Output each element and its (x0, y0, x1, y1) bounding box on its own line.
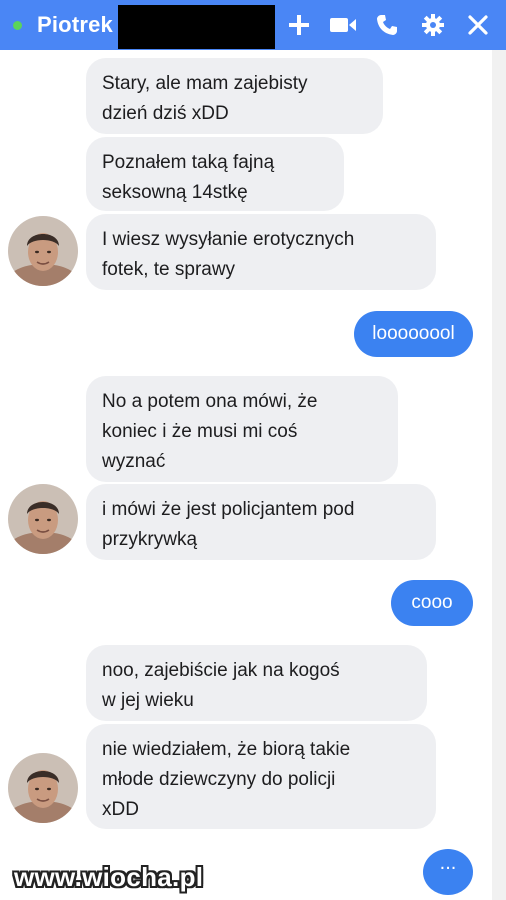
contact-name[interactable]: Piotrek (37, 12, 113, 38)
message-bubble-received: I wiesz wysyłanie erotycznych fotek, te … (86, 214, 436, 290)
message-bubble-received: nie wiedziałem, że biorą takie młode dzi… (86, 724, 436, 829)
phone-icon[interactable] (374, 11, 400, 39)
message-bubble-received: noo, zajebiście jak na kogoś w jej wieku (86, 645, 427, 721)
message-bubble-received: i mówi że jest policjantem pod przykrywk… (86, 484, 436, 560)
redacted-surname (118, 5, 275, 49)
message-bubble-received: Stary, ale mam zajebisty dzień dziś xDD (86, 58, 383, 134)
gear-icon[interactable] (420, 11, 446, 39)
message-bubble-sent: cooo (391, 580, 473, 626)
avatar[interactable] (8, 484, 78, 554)
video-camera-icon[interactable] (328, 11, 358, 39)
message-bubble-received: Poznałem taką fajną seksowną 14stkę (86, 137, 344, 211)
plus-icon[interactable] (286, 11, 312, 39)
scrollbar[interactable] (492, 50, 506, 900)
message-bubble-sent: loooooool (354, 311, 473, 357)
close-icon[interactable] (465, 11, 491, 39)
typing-indicator: ... (423, 849, 473, 895)
online-status-icon (13, 21, 22, 30)
message-bubble-received: No a potem ona mówi, że koniec i że musi… (86, 376, 398, 482)
avatar[interactable] (8, 753, 78, 823)
avatar[interactable] (8, 216, 78, 286)
chat-header: Piotrek (0, 0, 506, 50)
watermark: www.wiocha.pl (14, 862, 204, 892)
